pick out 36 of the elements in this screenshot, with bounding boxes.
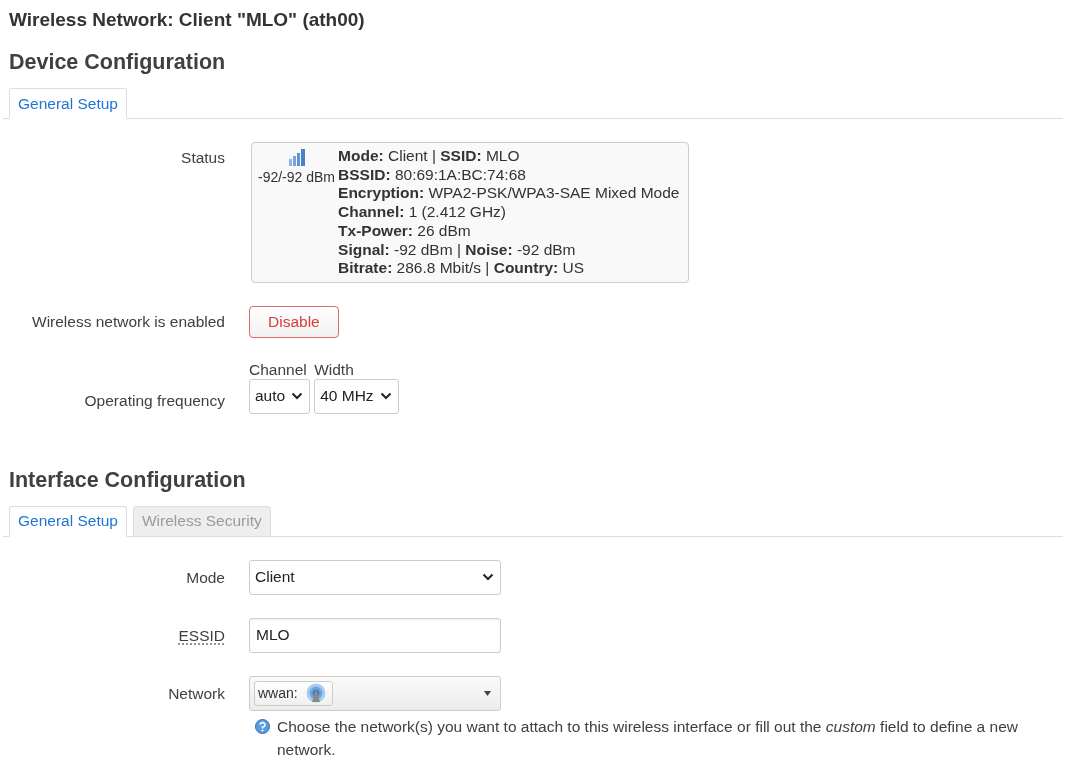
status-line: Tx-Power: 26 dBm: [338, 221, 472, 241]
section-heading: Device Configuration: [9, 49, 227, 75]
dropdown[interactable]: wwan:: [249, 675, 501, 711]
help-text: Choose the network(s) you want to attach to this wireless interface or fill out the custom field to define a new network.: [277, 716, 1019, 760]
status-line: Encryption: WPA2-PSK/WPA3-SAE Mixed Mode: [338, 184, 680, 204]
signal-reading: -92/-92 dBm: [258, 169, 336, 185]
select-caption: Width: [314, 360, 355, 379]
select-caption: Channel: [249, 360, 308, 379]
help-icon: [255, 718, 270, 734]
field-label: Network: [167, 683, 225, 704]
field-label: Operating frequency: [83, 390, 225, 411]
status-line: Channel: 1 (2.412 GHz): [338, 203, 507, 222]
field-label: ESSID: [177, 625, 225, 645]
text-field[interactable]: MLO: [249, 617, 501, 653]
dropdown[interactable]: auto: [249, 378, 311, 414]
chevron-down-icon: [482, 573, 494, 582]
chevron-down-icon: [379, 392, 392, 401]
chevron-down-icon: [291, 392, 304, 401]
tab[interactable]: General Setup: [9, 505, 127, 537]
dropdown[interactable]: 40 MHz: [314, 378, 399, 414]
status-line: Signal: -92 dBm | Noise: -92 dBm: [338, 240, 577, 260]
disable-button[interactable]: Disable: [249, 305, 339, 338]
antenna-icon: [305, 683, 326, 704]
page-title: Wireless Network: Client "MLO" (ath00): [9, 8, 366, 31]
section-heading: Interface Configuration: [9, 466, 247, 493]
signal-bars-icon: [287, 148, 306, 166]
field-label: Mode: [185, 567, 225, 587]
dropdown[interactable]: Client: [249, 559, 501, 595]
field-label: Status: [180, 148, 225, 168]
field-label: Wireless network is enabled: [31, 312, 225, 332]
status-line: Mode: Client | SSID: MLO: [338, 147, 521, 166]
status-line: BSSID: 80:69:1A:BC:74:68: [338, 165, 527, 185]
chip-label: wwan:: [258, 685, 298, 702]
tab[interactable]: General Setup: [9, 88, 127, 119]
caret-down-icon: [484, 690, 491, 696]
status-line: Bitrate: 286.8 Mbit/s | Country: US: [338, 259, 586, 278]
